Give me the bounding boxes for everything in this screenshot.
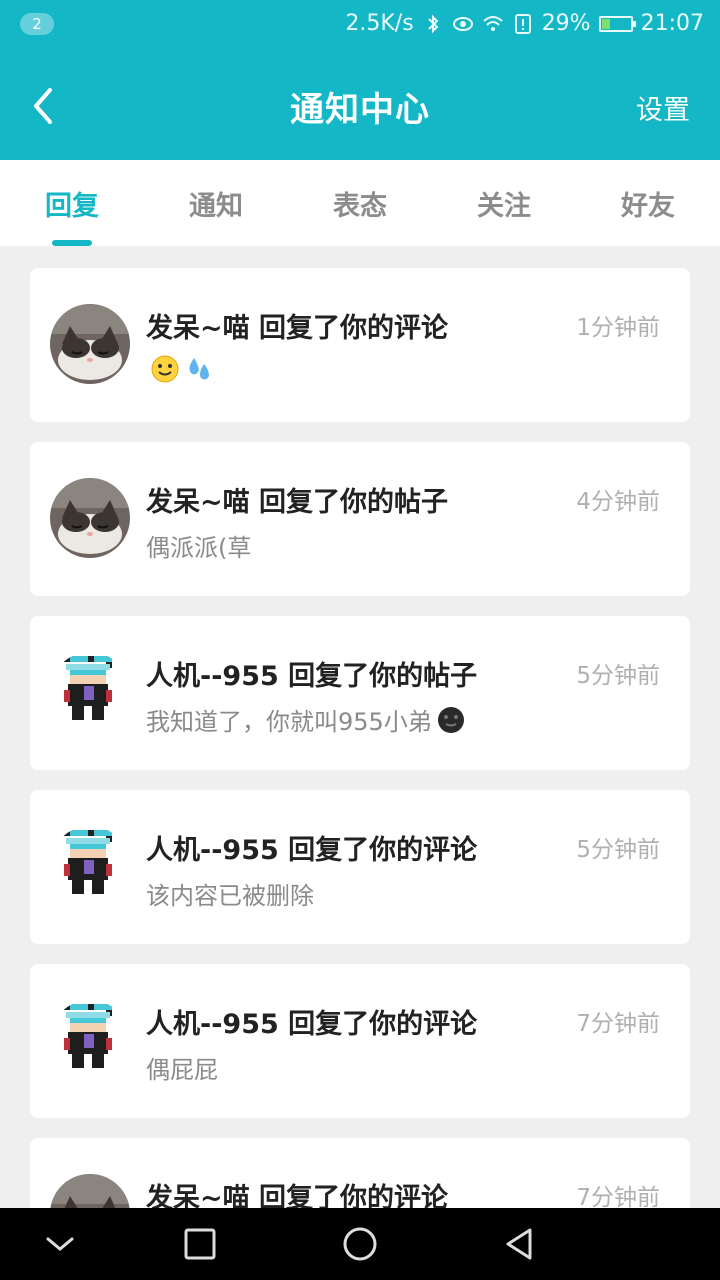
tab-reactions[interactable]: 表态 bbox=[288, 184, 432, 223]
list-item[interactable]: 人机--955 回复了你的评论 7分钟前 偶屁屁 bbox=[30, 964, 690, 1118]
avatar[interactable] bbox=[50, 304, 130, 384]
navigation-bar: 通知中心 设置 bbox=[0, 60, 720, 150]
notification-time: 7分钟前 bbox=[576, 1185, 660, 1208]
notification-title: 发呆~喵 回复了你的评论 bbox=[146, 1183, 449, 1208]
avatar[interactable] bbox=[50, 826, 130, 906]
smile-emoji-icon bbox=[151, 355, 179, 383]
cat-avatar-icon bbox=[50, 1174, 130, 1208]
sweat-drops-icon bbox=[189, 358, 209, 380]
avatar[interactable] bbox=[50, 478, 130, 558]
pixel-avatar-icon bbox=[50, 652, 130, 732]
list-item[interactable]: 人机--955 回复了你的帖子 5分钟前 我知道了，你就叫955小弟 bbox=[30, 616, 690, 770]
notification-count-badge: 2 bbox=[20, 13, 54, 35]
page-title: 通知中心 bbox=[290, 90, 430, 130]
notification-time: 7分钟前 bbox=[576, 1011, 660, 1037]
system-navigation-bar bbox=[0, 1208, 720, 1280]
dark-face-emoji-icon bbox=[437, 706, 464, 733]
sim-alert-icon bbox=[514, 14, 531, 34]
back-icon[interactable] bbox=[502, 1226, 538, 1262]
notification-body: 该内容已被删除 bbox=[146, 882, 314, 910]
list-item[interactable]: 发呆~喵 回复了你的评论 7分钟前 bbox=[30, 1138, 690, 1208]
notification-time: 4分钟前 bbox=[576, 489, 660, 515]
pixel-avatar-icon bbox=[50, 826, 130, 906]
home-icon[interactable] bbox=[342, 1226, 378, 1262]
app-header: 2 2.5K/s 29% 21:07 通知中心 设置 bbox=[0, 0, 720, 160]
tab-friends[interactable]: 好友 bbox=[576, 184, 720, 223]
recents-icon[interactable] bbox=[182, 1226, 218, 1262]
status-indicators: 2.5K/s 29% 21:07 bbox=[345, 10, 704, 38]
notification-title: 发呆~喵 回复了你的帖子 bbox=[146, 487, 449, 518]
wifi-icon bbox=[483, 16, 503, 31]
notification-body bbox=[146, 354, 214, 384]
eye-icon bbox=[452, 17, 473, 31]
clock: 21:07 bbox=[640, 11, 704, 36]
notification-title: 人机--955 回复了你的评论 bbox=[146, 835, 478, 866]
cat-avatar-icon bbox=[50, 304, 130, 384]
status-bar: 2 2.5K/s 29% 21:07 bbox=[0, 0, 720, 50]
bluetooth-icon bbox=[427, 14, 439, 34]
notification-time: 1分钟前 bbox=[576, 315, 660, 341]
avatar[interactable] bbox=[50, 1000, 130, 1080]
notification-body: 偶屁屁 bbox=[146, 1056, 218, 1084]
battery-icon bbox=[598, 16, 636, 32]
battery-percent: 29% bbox=[541, 11, 591, 36]
notification-body: 偶派派(草 bbox=[146, 534, 252, 562]
active-tab-indicator bbox=[52, 240, 92, 246]
notification-time: 5分钟前 bbox=[576, 663, 660, 689]
network-speed: 2.5K/s bbox=[345, 11, 414, 36]
notification-time: 5分钟前 bbox=[576, 837, 660, 863]
notification-body: 我知道了，你就叫955小弟 bbox=[146, 702, 466, 737]
notification-title: 人机--955 回复了你的帖子 bbox=[146, 661, 478, 692]
notification-title: 人机--955 回复了你的评论 bbox=[146, 1009, 478, 1040]
list-item[interactable]: 人机--955 回复了你的评论 5分钟前 该内容已被删除 bbox=[30, 790, 690, 944]
avatar[interactable] bbox=[50, 1174, 130, 1208]
tab-notices[interactable]: 通知 bbox=[144, 184, 288, 223]
battery-level bbox=[601, 19, 610, 29]
tab-replies[interactable]: 回复 bbox=[0, 184, 144, 223]
collapse-icon[interactable] bbox=[42, 1226, 78, 1262]
list-item[interactable]: 发呆~喵 回复了你的评论 1分钟前 bbox=[30, 268, 690, 422]
tab-bar: 回复 通知 表态 关注 好友 bbox=[0, 160, 720, 246]
pixel-avatar-icon bbox=[50, 1000, 130, 1080]
avatar[interactable] bbox=[50, 652, 130, 732]
settings-button[interactable]: 设置 bbox=[636, 88, 690, 127]
tab-follows[interactable]: 关注 bbox=[432, 184, 576, 223]
list-item[interactable]: 发呆~喵 回复了你的帖子 4分钟前 偶派派(草 bbox=[30, 442, 690, 596]
cat-avatar-icon bbox=[50, 478, 130, 558]
notification-title: 发呆~喵 回复了你的评论 bbox=[146, 313, 449, 344]
